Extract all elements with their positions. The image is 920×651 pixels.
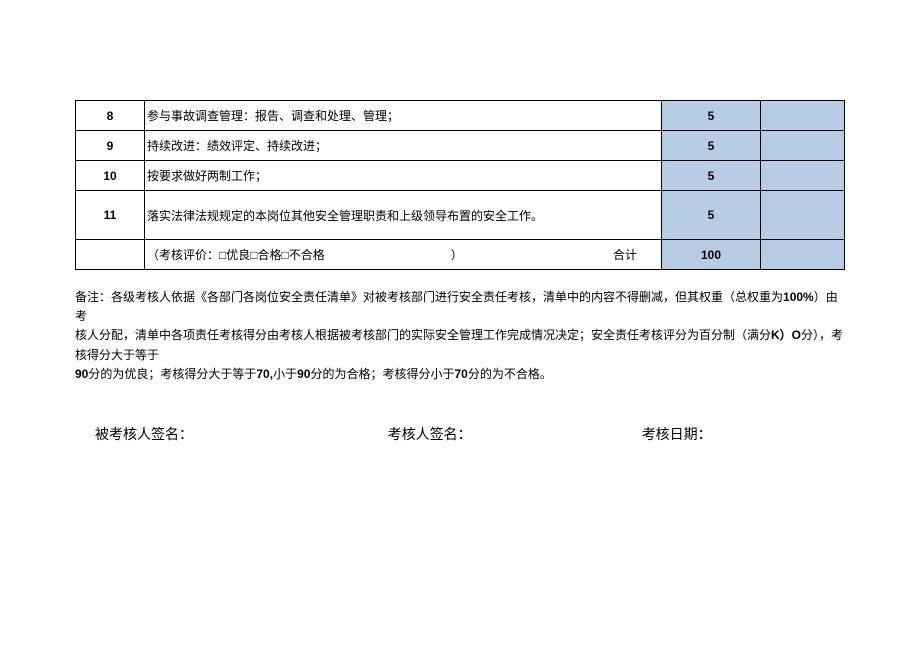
eval-label: （考核评价：□优良□合格□不合格 xyxy=(147,246,325,263)
notes-text: 小于 xyxy=(273,367,297,381)
table-row: 9 持续改进：绩效评定、持续改进； 5 xyxy=(76,131,845,161)
row-desc: 落实法律法规规定的本岗位其他安全管理职责和上级领导布置的安全工作。 xyxy=(145,191,662,240)
notes-bold: 90 xyxy=(75,367,88,381)
row-desc: 持续改进：绩效评定、持续改进； xyxy=(145,131,662,161)
assessee-signature-label: 被考核人签名： xyxy=(75,424,388,444)
notes-text: 分的为优良；考核得分大于等于 xyxy=(88,367,256,381)
row-number: 10 xyxy=(76,161,145,191)
row-blank xyxy=(761,191,845,240)
notes-bold: K）O xyxy=(771,328,801,342)
notes-block: 备注：各级考核人依据《各部门各岗位安全责任清单》对被考核部门进行安全责任考核，清… xyxy=(75,288,845,384)
total-value: 100 xyxy=(662,240,761,270)
row-blank xyxy=(761,131,845,161)
row-desc: 按要求做好两制工作； xyxy=(145,161,662,191)
row-blank xyxy=(761,161,845,191)
row-number: 9 xyxy=(76,131,145,161)
row-blank xyxy=(761,101,845,131)
notes-text: 分的为合格；考核得分小于 xyxy=(310,367,454,381)
row-desc: 参与事故调查管理：报告、调查和处理、管理； xyxy=(145,101,662,131)
summary-blank2 xyxy=(761,240,845,270)
summary-blank xyxy=(76,240,145,270)
notes-bold: 100% xyxy=(783,290,814,304)
row-score: 5 xyxy=(662,101,761,131)
total-label: 合计 xyxy=(613,246,657,263)
notes-text: 核人分配，清单中各项责任考核得分由考核人根据被考核部门的实际安全管理工作完成情况… xyxy=(75,328,771,342)
row-score: 5 xyxy=(662,161,761,191)
notes-text: 分的为不合格。 xyxy=(468,367,552,381)
row-score: 5 xyxy=(662,191,761,240)
assessor-signature-label: 考核人签名： xyxy=(388,424,642,444)
row-number: 11 xyxy=(76,191,145,240)
summary-eval: （考核评价：□优良□合格□不合格 ） 合计 xyxy=(145,240,662,270)
table-row: 8 参与事故调查管理：报告、调查和处理、管理； 5 xyxy=(76,101,845,131)
notes-bold: 90 xyxy=(297,367,310,381)
row-number: 8 xyxy=(76,101,145,131)
assessment-table: 8 参与事故调查管理：报告、调查和处理、管理； 5 9 持续改进：绩效评定、持续… xyxy=(75,100,845,270)
summary-row: （考核评价：□优良□合格□不合格 ） 合计 100 xyxy=(76,240,845,270)
table-row: 10 按要求做好两制工作； 5 xyxy=(76,161,845,191)
signature-row: 被考核人签名： 考核人签名： 考核日期： xyxy=(75,424,845,444)
notes-text: 备注：各级考核人依据《各部门各岗位安全责任清单》对被考核部门进行安全责任考核，清… xyxy=(75,290,783,304)
notes-bold: 70 xyxy=(454,367,467,381)
row-score: 5 xyxy=(662,131,761,161)
table-row: 11 落实法律法规规定的本岗位其他安全管理职责和上级领导布置的安全工作。 5 xyxy=(76,191,845,240)
assessment-date-label: 考核日期： xyxy=(642,424,865,444)
eval-close: ） xyxy=(451,248,463,262)
notes-bold: 70, xyxy=(256,367,273,381)
